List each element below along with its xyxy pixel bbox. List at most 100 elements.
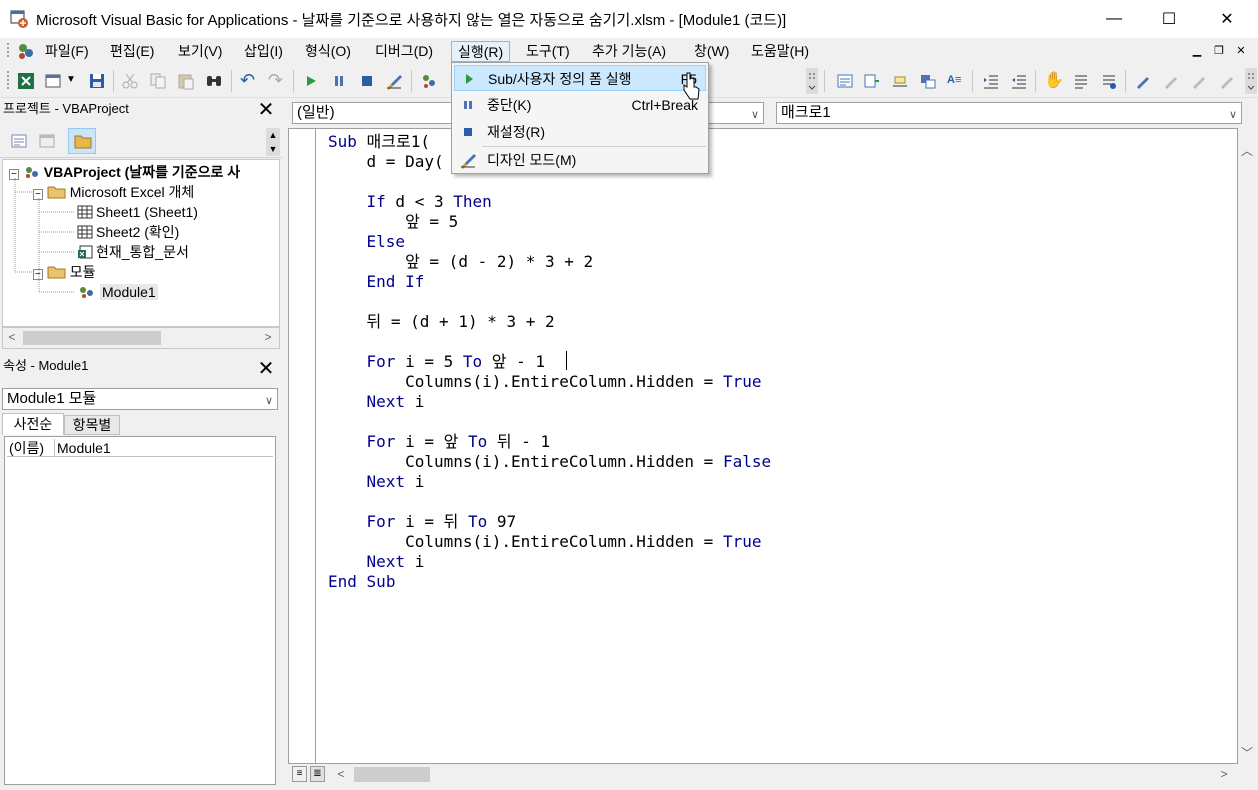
code-text[interactable]: Sub 매크로1( d = Day( If d < 3 Then 앞 = 5 E… <box>328 132 771 592</box>
code-line[interactable] <box>328 332 771 352</box>
scroll-left-icon[interactable]: < <box>5 330 19 344</box>
menu-addins[interactable]: 추가 기능(A) <box>586 41 672 62</box>
code-line[interactable]: 앞 = (d - 2) * 3 + 2 <box>328 252 771 272</box>
undo-icon[interactable]: ↶ <box>240 70 255 91</box>
collapse-icon[interactable]: − <box>33 189 43 200</box>
design-mode-icon[interactable] <box>385 72 403 90</box>
find-icon[interactable] <box>205 72 223 90</box>
code-editor[interactable]: Sub 매크로1( d = Day( If d < 3 Then 앞 = 5 E… <box>288 128 1238 764</box>
toggle-bookmark-icon[interactable] <box>1134 72 1152 90</box>
tree-node-vbaproject[interactable]: − VBAProject (날짜를 기준으로 사 <box>9 162 240 182</box>
list-constants-icon[interactable] <box>863 72 881 90</box>
previous-bookmark-icon[interactable] <box>1190 72 1208 90</box>
chevron-down-icon[interactable]: ∨ <box>751 105 759 125</box>
menu-run-sub-userform[interactable]: Sub/사용자 정의 폼 실행 F5 <box>454 65 706 91</box>
menu-debug[interactable]: 디버그(D) <box>369 41 439 62</box>
minimize-button[interactable]: — <box>1085 0 1143 38</box>
paste-icon[interactable] <box>177 72 195 90</box>
tree-node-sheet1[interactable]: Sheet1 (Sheet1) <box>77 202 198 222</box>
parameter-info-icon[interactable] <box>919 72 937 90</box>
menu-reset[interactable]: 재설정(R) <box>454 119 706 145</box>
comment-block-icon[interactable] <box>1072 72 1090 90</box>
tab-alphabetic[interactable]: 사전순 <box>2 413 64 435</box>
code-line[interactable]: End If <box>328 272 771 292</box>
menu-file[interactable]: 파일(F) <box>39 41 95 62</box>
code-line[interactable]: Next i <box>328 552 771 572</box>
code-line[interactable]: Columns(i).EntireColumn.Hidden = True <box>328 532 771 552</box>
next-bookmark-icon[interactable] <box>1162 72 1180 90</box>
scroll-right-icon[interactable]: > <box>261 330 275 344</box>
code-line[interactable]: If d < 3 Then <box>328 192 771 212</box>
scroll-up-icon[interactable]: ︿ <box>1240 142 1254 159</box>
menu-run[interactable]: 실행(R) <box>451 41 511 62</box>
menu-break[interactable]: 중단(K) Ctrl+Break <box>454 92 706 118</box>
redo-icon[interactable]: ↷ <box>268 70 283 91</box>
run-icon[interactable] <box>302 72 320 90</box>
full-module-view-icon[interactable]: ≣ <box>310 766 325 782</box>
break-icon[interactable] <box>330 72 348 90</box>
code-line[interactable] <box>328 292 771 312</box>
toggle-breakpoint-icon[interactable]: ✋ <box>1044 70 1064 90</box>
close-window-button[interactable]: ✕ <box>1198 0 1256 38</box>
code-line[interactable]: Next i <box>328 392 771 412</box>
scroll-down-icon[interactable]: ﹀ <box>1240 744 1254 761</box>
view-code-icon[interactable] <box>10 132 28 150</box>
properties-panel-close-icon[interactable]: ✕ <box>255 359 277 381</box>
scroll-thumb[interactable] <box>354 767 430 782</box>
insert-userform-icon[interactable] <box>45 72 63 90</box>
view-excel-icon[interactable] <box>17 72 35 90</box>
cut-icon[interactable] <box>121 72 139 90</box>
panel-toolbar-scroll[interactable]: ▲ ▼ <box>266 128 280 156</box>
code-line[interactable]: End Sub <box>328 572 771 592</box>
code-line[interactable] <box>328 172 771 192</box>
view-object-icon[interactable] <box>38 132 56 150</box>
tab-categorized[interactable]: 항목별 <box>64 415 120 435</box>
chevron-down-icon[interactable]: ∨ <box>1229 105 1237 125</box>
reset-icon[interactable] <box>358 72 376 90</box>
code-line[interactable] <box>328 492 771 512</box>
menu-view[interactable]: 보기(V) <box>172 41 228 62</box>
menu-window[interactable]: 창(W) <box>688 41 735 62</box>
list-properties-icon[interactable] <box>836 72 854 90</box>
tree-node-workbook[interactable]: 현재_통합_문서 <box>77 242 189 262</box>
code-line[interactable]: 앞 = 5 <box>328 212 771 232</box>
procedure-dropdown[interactable]: 매크로1 ∨ <box>776 102 1242 124</box>
complete-word-icon[interactable]: A≡ <box>947 74 961 86</box>
uncomment-block-icon[interactable] <box>1100 72 1118 90</box>
toggle-folders-button[interactable] <box>68 128 96 154</box>
code-hscrollbar[interactable]: ≡ ≣ < > <box>288 764 1238 786</box>
scroll-left-icon[interactable]: < <box>334 767 348 781</box>
project-explorer-icon[interactable] <box>420 72 438 90</box>
dropdown-arrow-icon[interactable]: ▼ <box>66 74 76 85</box>
quick-info-icon[interactable] <box>891 72 909 90</box>
chevron-down-icon[interactable]: ∨ <box>265 391 273 411</box>
property-row[interactable]: (이름) Module1 <box>7 439 273 457</box>
mdi-minimize-icon[interactable]: ▁ <box>1188 42 1206 60</box>
clear-bookmarks-icon[interactable] <box>1218 72 1236 90</box>
menu-tools[interactable]: 도구(T) <box>520 41 576 62</box>
maximize-button[interactable]: ☐ <box>1140 0 1198 38</box>
menu-edit[interactable]: 편집(E) <box>104 41 160 62</box>
margin-indicator-bar[interactable] <box>289 129 316 763</box>
tree-node-excel-objects[interactable]: − Microsoft Excel 개체 <box>33 182 194 202</box>
toolbar-overflow-icon[interactable] <box>1245 68 1257 94</box>
menu-format[interactable]: 형식(O) <box>299 41 357 62</box>
menu-help[interactable]: 도움말(H) <box>745 41 815 62</box>
scroll-thumb[interactable] <box>23 331 161 345</box>
tree-node-module1[interactable]: Module1 <box>77 282 158 302</box>
project-tree-hscrollbar[interactable]: < > <box>2 327 280 349</box>
project-panel-close-icon[interactable]: ✕ <box>255 100 277 122</box>
code-line[interactable]: Columns(i).EntireColumn.Hidden = True <box>328 372 771 392</box>
code-line[interactable]: Else <box>328 232 771 252</box>
mdi-restore-icon[interactable]: ❐ <box>1210 42 1228 60</box>
code-line[interactable]: For i = 5 To 앞 - 1 <box>328 352 771 372</box>
scroll-right-icon[interactable]: > <box>1217 767 1231 781</box>
save-icon[interactable] <box>88 72 106 90</box>
code-line[interactable]: For i = 앞 To 뒤 - 1 <box>328 432 771 452</box>
copy-icon[interactable] <box>149 72 167 90</box>
code-line[interactable] <box>328 412 771 432</box>
code-line[interactable]: Next i <box>328 472 771 492</box>
procedure-view-icon[interactable]: ≡ <box>292 766 307 782</box>
menu-insert[interactable]: 삽입(I) <box>238 41 289 62</box>
toolbar-overflow-icon[interactable] <box>806 68 818 94</box>
